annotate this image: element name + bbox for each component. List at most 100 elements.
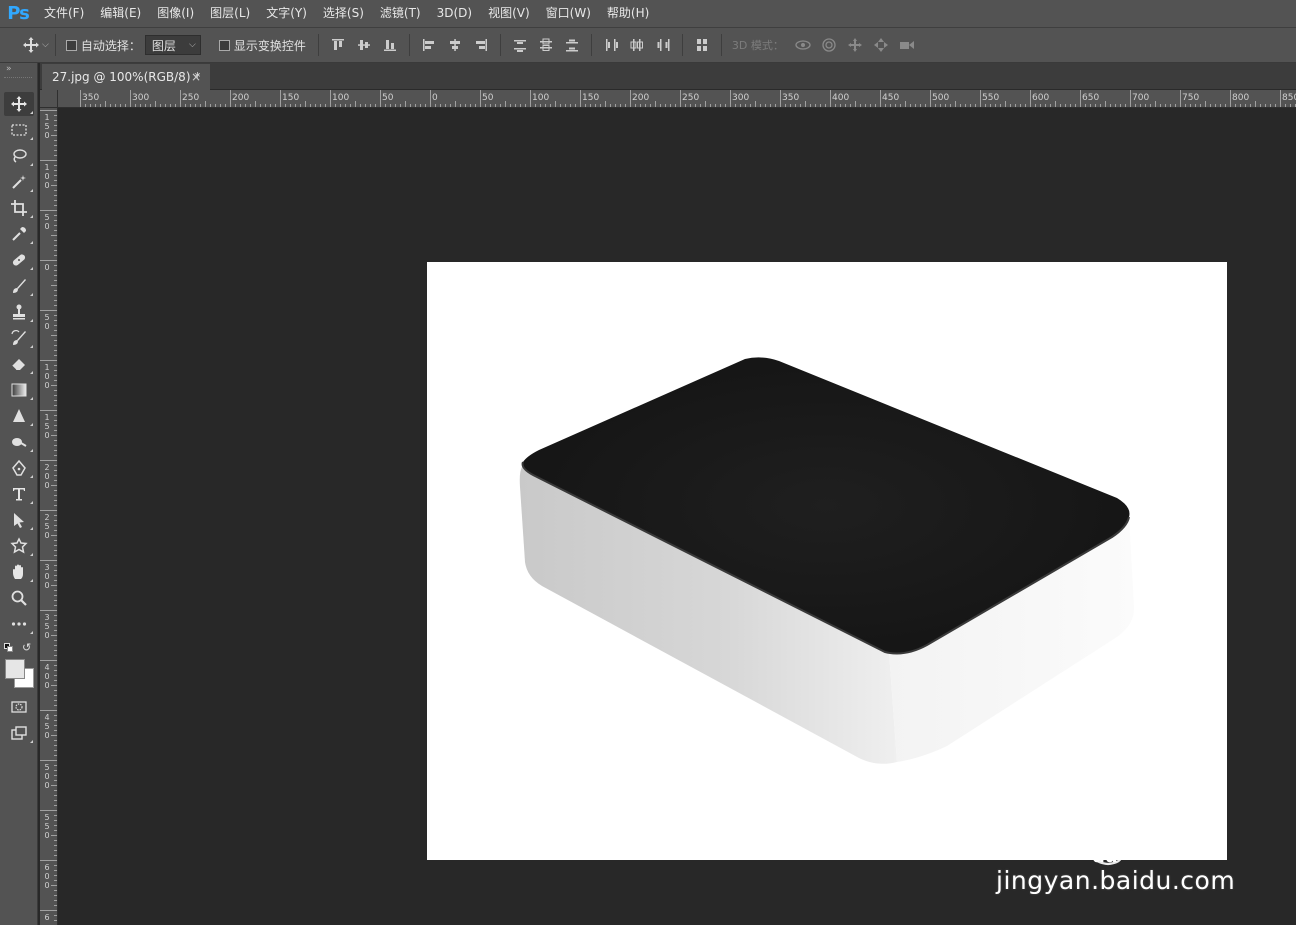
close-icon[interactable]: ×	[191, 70, 201, 84]
distribute-bottom-icon[interactable]	[563, 36, 581, 54]
zoom-tool[interactable]	[4, 586, 34, 610]
menu-filter[interactable]: 滤镜(T)	[372, 0, 429, 27]
ruler-minor-tick	[825, 104, 826, 107]
eraser-tool[interactable]	[4, 352, 34, 376]
ruler-label: 250	[182, 93, 200, 103]
default-colors-icon[interactable]	[4, 643, 14, 653]
menu-3d[interactable]: 3D(D)	[429, 0, 480, 27]
brush-tool[interactable]	[4, 274, 34, 298]
blur-tool[interactable]	[4, 404, 34, 428]
auto-align-layers-icon[interactable]	[693, 36, 711, 54]
screen-mode[interactable]	[4, 721, 34, 745]
hand-tool[interactable]	[4, 560, 34, 584]
shape-tool[interactable]	[4, 534, 34, 558]
ruler-minor-tick	[950, 104, 951, 107]
more-tools[interactable]	[4, 612, 34, 636]
align-top-icon[interactable]	[329, 36, 347, 54]
3d-scale-icon[interactable]	[898, 36, 916, 54]
align-right-icon[interactable]	[472, 36, 490, 54]
ruler-minor-tick	[990, 104, 991, 107]
distribute-right-icon[interactable]	[654, 36, 672, 54]
ruler-minor-tick	[865, 104, 866, 107]
ruler-minor-tick	[385, 104, 386, 107]
horizontal-ruler[interactable]: 350 300 250 200 150 100 50 0 50 100 150 200 250 300 35…	[58, 90, 1296, 108]
distribute-top-icon[interactable]	[511, 36, 529, 54]
stamp-icon	[13, 304, 25, 320]
quick-mask-mode[interactable]	[4, 695, 34, 719]
gradient-tool[interactable]	[4, 378, 34, 402]
3d-slide-icon[interactable]	[872, 36, 890, 54]
ruler-minor-tick	[970, 104, 971, 107]
ruler-label: 250	[44, 513, 50, 540]
3d-roll-icon[interactable]	[820, 36, 838, 54]
lasso-icon	[13, 149, 27, 163]
align-left-icon[interactable]	[420, 36, 438, 54]
ruler-minor-tick	[51, 735, 57, 736]
lasso-tool[interactable]	[4, 144, 34, 168]
menu-select[interactable]: 选择(S)	[315, 0, 372, 27]
marquee-tool[interactable]	[4, 118, 34, 142]
move-tool[interactable]	[4, 92, 34, 116]
crop-tool[interactable]	[4, 196, 34, 220]
path-selection-tool[interactable]	[4, 508, 34, 532]
3d-orbit-icon[interactable]	[794, 36, 812, 54]
ruler-minor-tick	[54, 275, 57, 276]
ruler-label: 6	[44, 913, 50, 922]
panel-collapse-icon[interactable]: »	[6, 64, 12, 74]
ruler-minor-tick	[51, 185, 57, 186]
document-tab[interactable]: 27.jpg @ 100%(RGB/8) * ×	[42, 64, 210, 90]
ruler-major-tick	[930, 90, 931, 107]
ruler-minor-tick	[740, 104, 741, 107]
auto-select-checkbox[interactable]	[65, 39, 77, 51]
vertical-ruler[interactable]: 150 100 50 0 50 100 150 200 250 300 350 400 450 500 55…	[40, 108, 58, 925]
separator	[317, 34, 319, 56]
ruler-origin[interactable]	[40, 90, 58, 108]
menu-layer[interactable]: 图层(L)	[202, 0, 258, 27]
canvas-workspace[interactable]	[58, 108, 1296, 925]
menu-file[interactable]: 文件(F)	[36, 0, 92, 27]
tool-preset-picker[interactable]: ⌵	[18, 36, 49, 54]
distribute-vertical-center-icon[interactable]	[537, 36, 555, 54]
distribute-left-icon[interactable]	[602, 36, 620, 54]
show-transform-checkbox[interactable]	[218, 39, 230, 51]
menu-type[interactable]: 文字(Y)	[258, 0, 315, 27]
menu-help[interactable]: 帮助(H)	[599, 0, 657, 27]
3d-pan-icon[interactable]	[846, 36, 864, 54]
foreground-color-swatch[interactable]	[5, 659, 25, 679]
dodge-icon	[12, 438, 27, 447]
dodge-tool[interactable]	[4, 430, 34, 454]
eyedropper-tool[interactable]	[4, 222, 34, 246]
ruler-major-tick	[80, 90, 81, 107]
hand-icon	[13, 564, 23, 579]
ruler-minor-tick	[165, 104, 166, 107]
magic-wand-tool[interactable]	[4, 170, 34, 194]
ruler-minor-tick	[395, 104, 396, 107]
menu-view[interactable]: 视图(V)	[480, 0, 538, 27]
distribute-horizontal-center-icon[interactable]	[628, 36, 646, 54]
menu-image[interactable]: 图像(I)	[149, 0, 202, 27]
pen-tool[interactable]	[4, 456, 34, 480]
align-bottom-icon[interactable]	[381, 36, 399, 54]
menu-edit[interactable]: 编辑(E)	[92, 0, 149, 27]
type-tool[interactable]	[4, 482, 34, 506]
align-horizontal-center-icon[interactable]	[446, 36, 464, 54]
ruler-minor-tick	[1235, 104, 1236, 107]
ruler-minor-tick	[54, 125, 57, 126]
ruler-minor-tick	[1010, 104, 1011, 107]
ruler-minor-tick	[54, 800, 57, 801]
align-vertical-center-icon[interactable]	[355, 36, 373, 54]
panel-grip[interactable]	[4, 77, 32, 79]
ruler-minor-tick	[645, 104, 646, 107]
ruler-minor-tick	[725, 104, 726, 107]
clone-stamp-tool[interactable]	[4, 300, 34, 324]
history-brush-tool[interactable]	[4, 326, 34, 350]
menu-window[interactable]: 窗口(W)	[538, 0, 599, 27]
document-canvas[interactable]	[427, 262, 1227, 860]
ruler-label: 450	[44, 713, 50, 740]
ruler-minor-tick	[54, 390, 57, 391]
auto-select-target-dropdown[interactable]: 图层 ⌵	[144, 35, 201, 55]
screen-mode-icon	[11, 726, 27, 740]
ruler-minor-tick	[760, 104, 761, 107]
healing-brush-tool[interactable]	[4, 248, 34, 272]
swap-colors-icon[interactable]: ↺	[22, 641, 31, 654]
